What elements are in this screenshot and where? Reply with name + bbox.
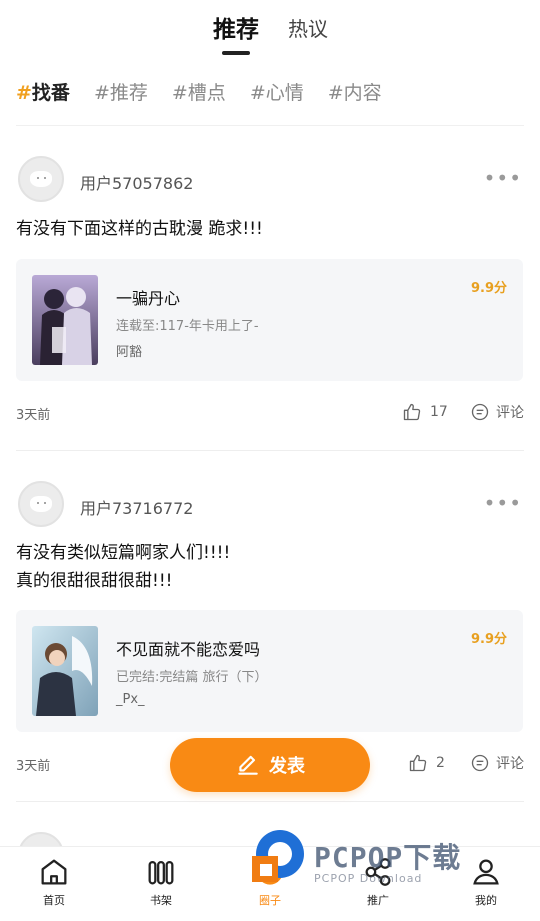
more-options-icon[interactable]: •••	[484, 166, 522, 190]
comment-label: 评论	[496, 405, 524, 421]
tag-recommend[interactable]: #推荐	[94, 78, 148, 112]
comment-icon	[471, 754, 489, 772]
nav-label: 首页	[43, 894, 65, 907]
nav-label: 推广	[367, 894, 389, 907]
active-tab-indicator	[222, 51, 250, 55]
more-options-icon[interactable]: •••	[484, 491, 522, 515]
divider	[16, 801, 524, 802]
tag-label: 内容	[343, 82, 382, 104]
tag-find-anime[interactable]: #找番	[16, 78, 70, 112]
watermark: PCPOP下载 PCPOP Download	[248, 826, 528, 892]
avatar[interactable]	[18, 481, 64, 527]
book-score: 9.9分	[470, 632, 507, 647]
book-update-status: 已完结:完结篇 旅行（下）	[116, 670, 268, 685]
book-title: 一骗丹心	[116, 289, 181, 308]
pencil-icon	[238, 755, 258, 775]
comment-icon	[471, 403, 489, 421]
post-time: 3天前	[16, 408, 51, 423]
like-count: 2	[436, 755, 445, 771]
book-card[interactable]: 一骗丹心 连载至:117-年卡用上了- 阿豁 9.9分	[16, 259, 523, 381]
comment-button[interactable]: 评论	[470, 753, 524, 773]
book-title: 不见面就不能恋爱吗	[116, 640, 261, 659]
username[interactable]: 用户73716772	[80, 495, 193, 519]
nav-label: 书架	[150, 894, 172, 907]
divider	[16, 125, 524, 126]
divider	[16, 450, 524, 451]
post-meta: 3天前 17 评论	[16, 402, 524, 428]
bookshelf-icon	[148, 860, 174, 885]
book-score: 9.9分	[470, 281, 507, 296]
nav-label: 圈子	[259, 894, 281, 907]
tag-label: 心情	[265, 82, 304, 104]
book-cover	[32, 626, 98, 716]
username[interactable]: 用户57057862	[80, 170, 193, 194]
watermark-subtext: PCPOP Download	[314, 872, 423, 885]
thumbs-up-icon	[409, 754, 427, 772]
nav-label: 我的	[475, 894, 497, 907]
post-content[interactable]: 有没有下面这样的古耽漫 跪求!!!	[16, 215, 524, 243]
home-icon	[41, 859, 67, 885]
book-cover	[32, 275, 98, 365]
tab-recommend[interactable]: 推荐	[213, 10, 259, 44]
tag-label: 找番	[31, 82, 70, 104]
book-card[interactable]: 不见面就不能恋爱吗 已完结:完结篇 旅行（下） _Px_ 9.9分	[16, 610, 523, 732]
tag-label: 槽点	[187, 82, 226, 104]
publish-button[interactable]: 发表	[170, 738, 370, 792]
publish-label: 发表	[269, 756, 305, 777]
tag-label: 推荐	[109, 82, 148, 104]
post-content[interactable]: 有没有类似短篇啊家人们!!!! 真的很甜很甜很甜!!!	[16, 539, 524, 595]
tag-content[interactable]: #内容	[328, 78, 382, 112]
topic-tag-row: #找番 #推荐 #槽点 #心情 #内容	[16, 78, 524, 112]
book-update-status: 连载至:117-年卡用上了-	[116, 319, 259, 334]
comment-button[interactable]: 评论	[470, 402, 524, 422]
tab-hot-discussion[interactable]: 热议	[288, 13, 328, 42]
tag-mood[interactable]: #心情	[250, 78, 304, 112]
post-time: 3天前	[16, 759, 51, 774]
watermark-text: PCPOP下载	[314, 841, 462, 874]
like-button[interactable]: 17	[402, 402, 448, 422]
nav-bookshelf[interactable]: 书架	[131, 855, 191, 908]
watermark-logo	[252, 830, 304, 882]
thumbs-up-icon	[403, 403, 421, 421]
top-tab-bar: 推荐 热议	[0, 0, 540, 70]
book-author: _Px_	[116, 692, 145, 707]
like-button[interactable]: 2	[408, 753, 445, 773]
comment-label: 评论	[496, 756, 524, 772]
book-author: 阿豁	[116, 345, 143, 360]
like-count: 17	[430, 404, 448, 420]
tag-complaints[interactable]: #槽点	[172, 78, 226, 112]
nav-home[interactable]: 首页	[24, 855, 84, 908]
avatar[interactable]	[18, 156, 64, 202]
